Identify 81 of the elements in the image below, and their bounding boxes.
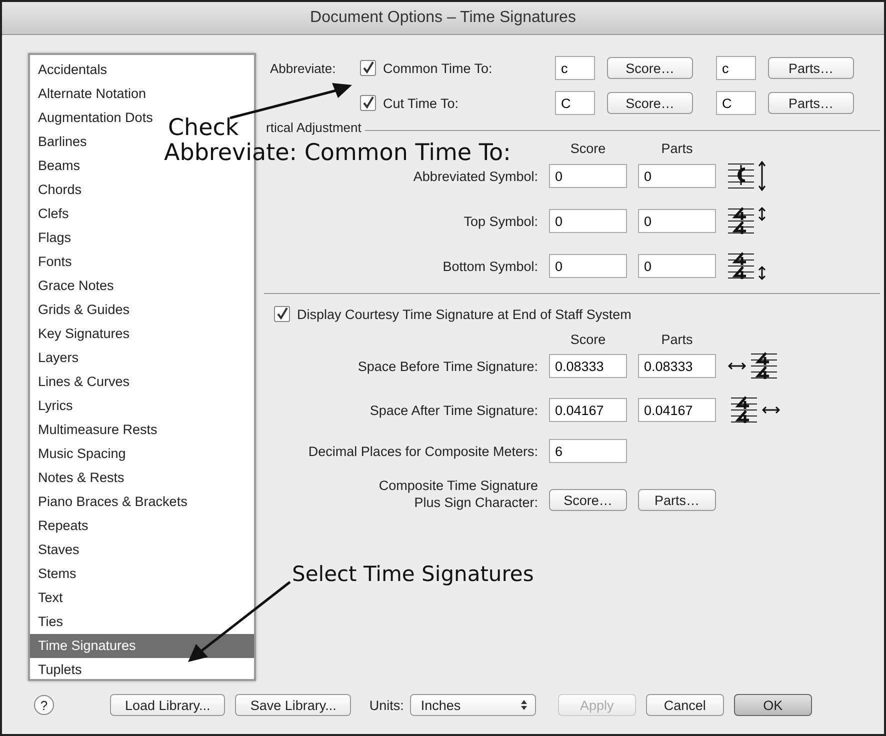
- checkbox-label: Common Time To:: [383, 60, 494, 76]
- score-field[interactable]: 0: [549, 164, 627, 188]
- parts-button[interactable]: Parts…: [768, 92, 854, 114]
- annotation-text: Select Time Signatures: [292, 562, 534, 586]
- parts-field[interactable]: 0.04167: [638, 398, 716, 422]
- sidebar-item[interactable]: Layers: [30, 346, 79, 370]
- symbol-field[interactable]: C: [716, 91, 756, 115]
- help-button[interactable]: ?: [34, 695, 54, 715]
- parts-button[interactable]: Parts…: [768, 57, 854, 79]
- sidebar-item[interactable]: Grids & Guides: [30, 298, 130, 322]
- sidebar-item[interactable]: Ties: [30, 610, 64, 634]
- score-field[interactable]: 0: [549, 209, 627, 233]
- score-button[interactable]: Score…: [607, 92, 693, 114]
- time-signature-staff-icon: [727, 206, 767, 236]
- checkbox-label: Cut Time To:: [383, 96, 460, 110]
- annotation-text: Abbreviate: Common Time To:: [164, 141, 511, 166]
- sidebar-item[interactable]: Repeats: [30, 514, 88, 538]
- checkbox[interactable]: [360, 60, 376, 76]
- parts-field[interactable]: 0: [638, 209, 716, 233]
- column-header: Score: [569, 141, 607, 156]
- field-label: Composite Time Signature Plus Sign Character:: [378, 477, 538, 511]
- sidebar-item[interactable]: Music Spacing: [30, 442, 126, 466]
- parts-field[interactable]: 0: [638, 164, 716, 188]
- dialog-button[interactable]: Cancel: [646, 694, 724, 716]
- sidebar-item[interactable]: Multimeasure Rests: [30, 418, 158, 442]
- field-label: Space After Time Signature:: [368, 402, 538, 418]
- sidebar-item[interactable]: Fonts: [30, 250, 72, 274]
- column-header: Score: [569, 332, 607, 347]
- field-label: Bottom Symbol:: [442, 258, 538, 274]
- checkbox[interactable]: [360, 95, 376, 111]
- save-library-button[interactable]: Save Library...: [235, 694, 352, 716]
- window-title: Document Options – Time Signatures: [310, 9, 576, 27]
- symbol-field[interactable]: c: [555, 56, 595, 80]
- time-signature-staff-icon: [727, 251, 767, 281]
- column-header: Parts: [660, 332, 694, 347]
- sidebar-item[interactable]: Barlines: [30, 130, 87, 154]
- units-label: Units:: [369, 698, 404, 712]
- parts-field[interactable]: 0.08333: [638, 354, 716, 378]
- sidebar-item[interactable]: Clefs: [30, 202, 69, 226]
- field-label: Decimal Places for Composite Meters:: [307, 444, 538, 458]
- units-dropdown[interactable]: Inches: [410, 694, 536, 716]
- sidebar-item[interactable]: Beams: [30, 154, 80, 178]
- decimal-places-field[interactable]: 6: [549, 439, 627, 463]
- common-time-staff-icon: [727, 161, 767, 191]
- sidebar-item[interactable]: Grace Notes: [30, 274, 114, 298]
- load-library-button[interactable]: Load Library...: [110, 694, 226, 716]
- sidebar-item[interactable]: Piano Braces & Brackets: [30, 490, 188, 514]
- ok-button[interactable]: OK: [734, 694, 812, 716]
- sidebar-item[interactable]: Chords: [30, 178, 82, 202]
- group-title: rtical Adjustment: [266, 120, 362, 135]
- column-header: Parts: [660, 141, 694, 156]
- sidebar-item[interactable]: Key Signatures: [30, 322, 130, 346]
- sidebar-item[interactable]: Staves: [30, 538, 80, 562]
- field-label: Abbreviated Symbol:: [412, 168, 538, 184]
- symbol-field[interactable]: C: [555, 91, 595, 115]
- field-label: Space Before Time Signature:: [356, 358, 538, 374]
- symbol-field[interactable]: c: [716, 56, 756, 80]
- sidebar-item[interactable]: Augmentation Dots: [30, 106, 153, 130]
- checkbox[interactable]: [274, 306, 290, 322]
- sidebar-item[interactable]: Notes & Rests: [30, 466, 124, 490]
- parts-button[interactable]: Parts…: [638, 489, 716, 511]
- updown-icon: [520, 700, 527, 710]
- abbreviate-label: Abbreviate:: [270, 60, 337, 76]
- sidebar-item[interactable]: Flags: [30, 226, 72, 250]
- sidebar-item[interactable]: Accidentals: [30, 58, 108, 82]
- sidebar-item[interactable]: Alternate Notation: [30, 82, 146, 106]
- annotation-text: Check: [168, 116, 239, 141]
- score-button[interactable]: Score…: [549, 489, 627, 511]
- sidebar-item[interactable]: Lines & Curves: [30, 370, 130, 394]
- checkbox-label: Display Courtesy Time Signature at End of Staff System: [297, 306, 632, 322]
- field-label: Top Symbol:: [462, 214, 538, 228]
- score-field[interactable]: 0.04167: [549, 398, 627, 422]
- parts-field[interactable]: 0: [638, 254, 716, 278]
- sidebar-item[interactable]: Stems: [30, 562, 76, 586]
- sidebar-item[interactable]: Tuplets: [30, 658, 82, 682]
- score-button[interactable]: Score…: [607, 57, 693, 79]
- score-field[interactable]: 0.08333: [549, 354, 627, 378]
- sidebar-item[interactable]: Lyrics: [30, 394, 73, 418]
- score-field[interactable]: 0: [549, 254, 627, 278]
- sidebar-item[interactable]: Time Signatures: [30, 634, 254, 658]
- sidebar-item[interactable]: Text: [30, 586, 63, 610]
